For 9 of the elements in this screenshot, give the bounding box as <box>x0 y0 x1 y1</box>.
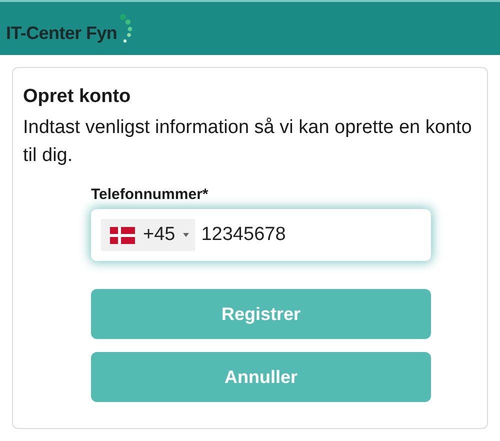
country-selector[interactable]: +45 <box>101 219 196 251</box>
phone-label: Telefonnummer* <box>91 186 210 203</box>
logo-text: IT-Center Fyn <box>6 22 118 44</box>
caret-icon <box>183 233 190 237</box>
card-title: Opret konto <box>23 86 132 108</box>
dots-icon <box>120 14 132 44</box>
flag-icon <box>110 226 135 244</box>
phone-field[interactable]: +45 12345678 <box>91 209 431 261</box>
intro-text: Indtast venligst information så vi kan oprette en konto til dig. <box>23 116 473 168</box>
